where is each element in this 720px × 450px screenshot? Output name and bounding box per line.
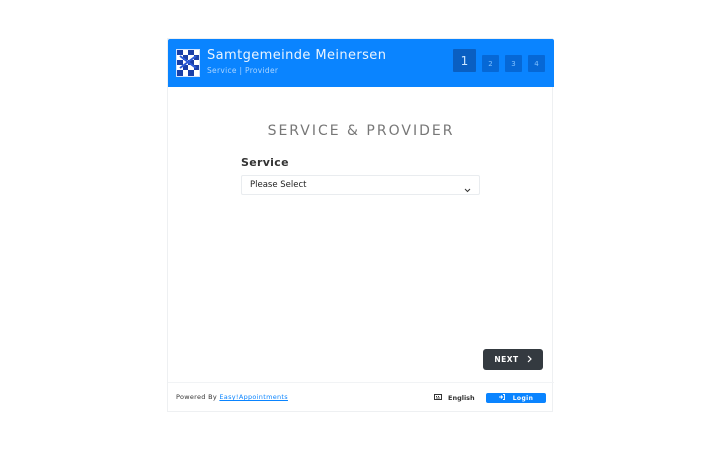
chevron-down-icon [464, 182, 471, 200]
login-icon [498, 394, 505, 402]
footer: Powered By Easy!Appointments English Log… [168, 382, 554, 413]
wizard-steps: 1 2 3 4 [453, 49, 545, 72]
step-2[interactable]: 2 [482, 55, 499, 72]
login-button[interactable]: Login [486, 393, 546, 403]
powered-by: Powered By Easy!Appointments [176, 393, 288, 401]
booking-wizard-card: Samtgemeinde Meinersen Service | Provide… [167, 38, 554, 413]
powered-by-label: Powered By [176, 393, 218, 401]
next-button-label: NEXT [494, 355, 519, 364]
next-button[interactable]: NEXT [483, 349, 543, 370]
step-subtitle: Service | Provider [207, 66, 279, 75]
language-label: English [448, 394, 475, 402]
easyappointments-link[interactable]: Easy!Appointments [219, 393, 288, 401]
step-4[interactable]: 4 [528, 55, 545, 72]
crest-logo-icon [176, 49, 200, 77]
step-3[interactable]: 3 [505, 55, 522, 72]
chevron-right-icon [527, 355, 532, 365]
language-selector[interactable]: English [434, 394, 475, 402]
step-1[interactable]: 1 [453, 49, 476, 72]
service-select[interactable]: Please Select [241, 175, 480, 195]
service-select-value: Please Select [250, 180, 307, 190]
company-name: Samtgemeinde Meinersen [207, 48, 387, 63]
wizard-header: Samtgemeinde Meinersen Service | Provide… [168, 39, 554, 87]
service-label: Service [241, 156, 289, 169]
keyboard-icon [434, 394, 442, 402]
login-button-label: Login [512, 394, 534, 402]
page-title: SERVICE & PROVIDER [267, 123, 455, 139]
